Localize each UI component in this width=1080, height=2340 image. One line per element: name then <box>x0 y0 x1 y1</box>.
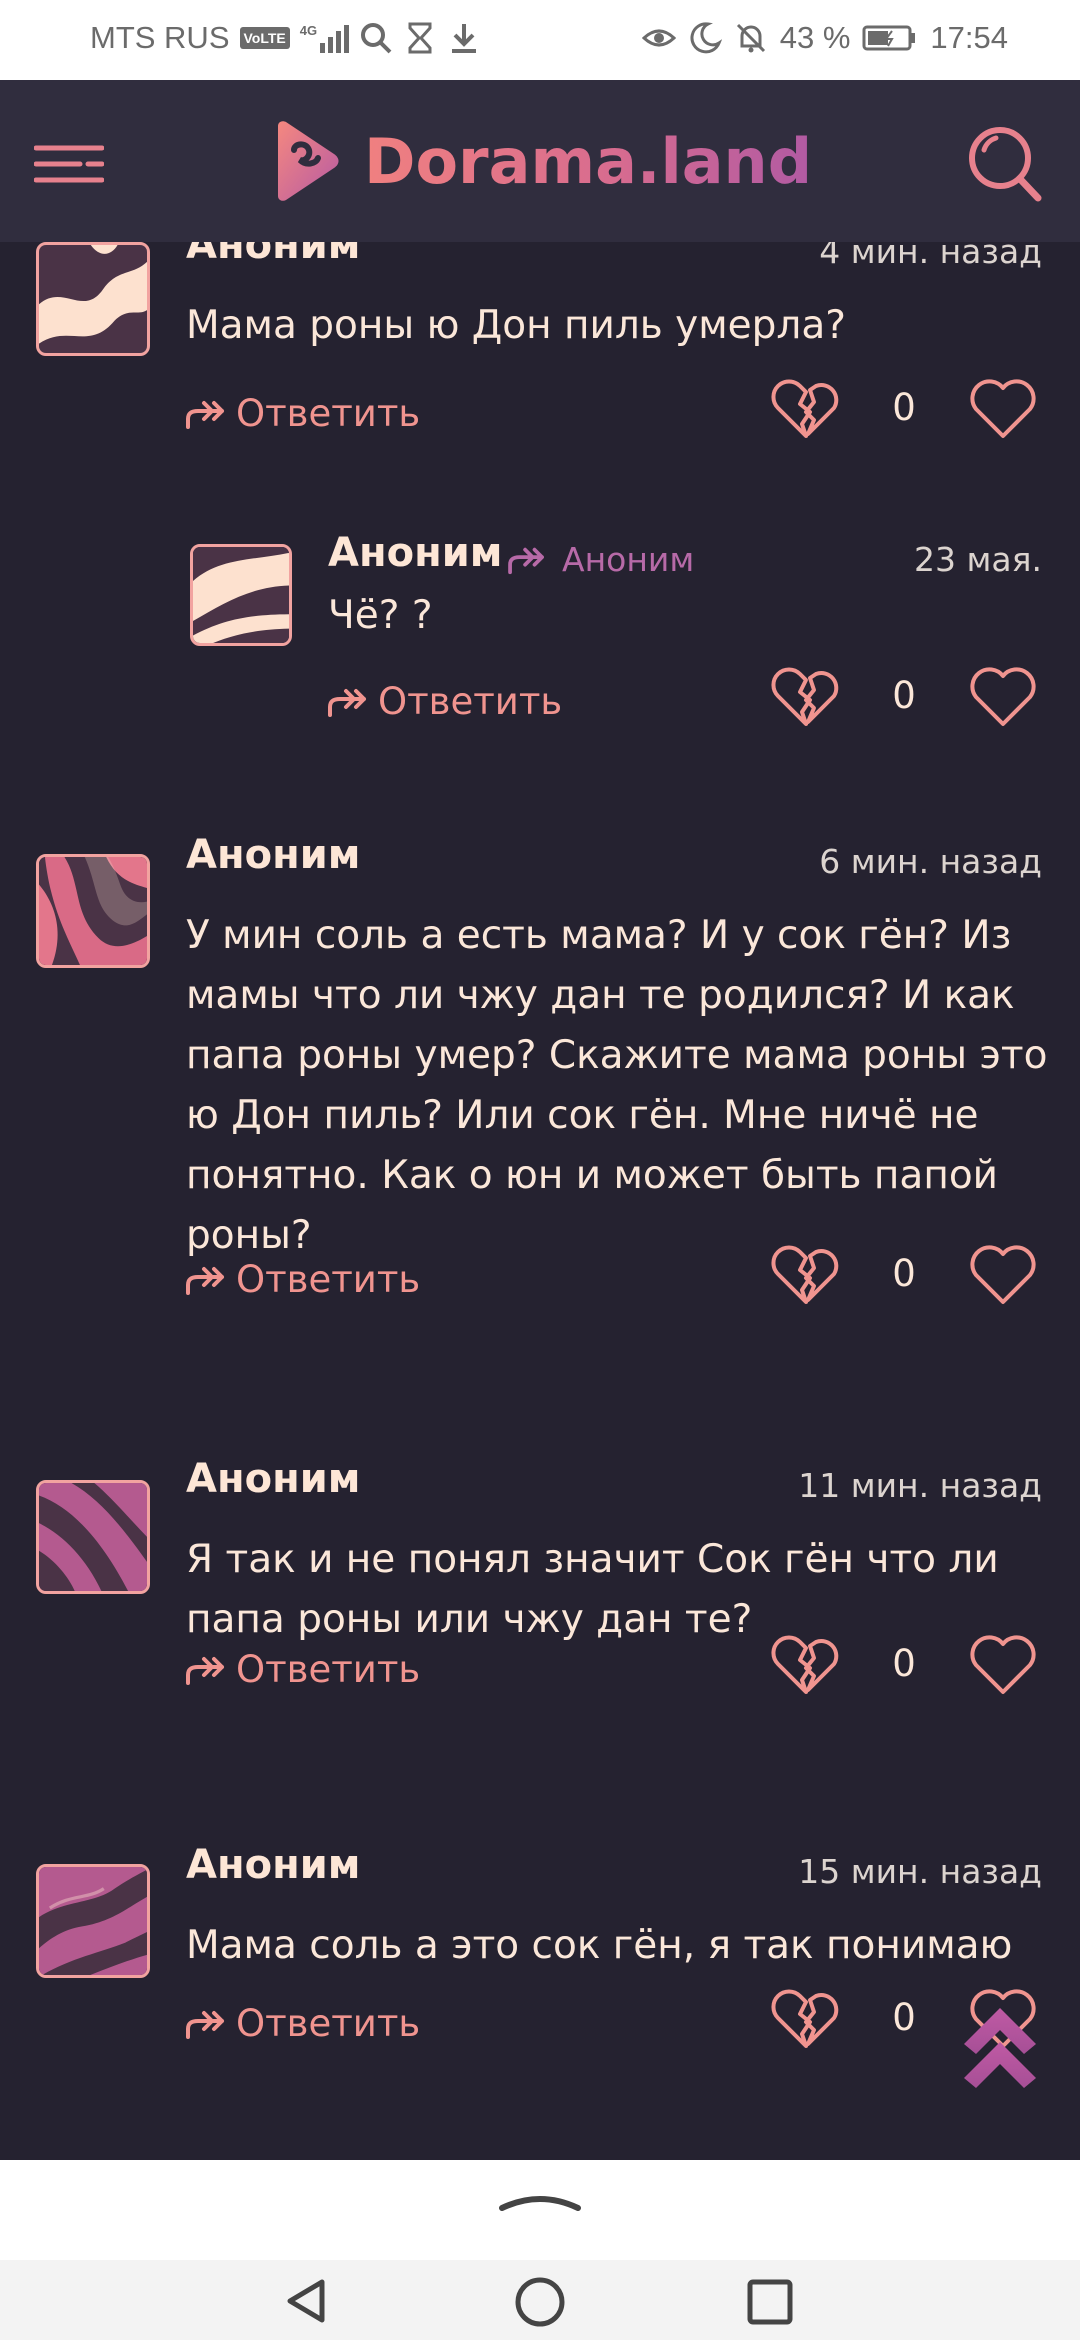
comment-score: 0 <box>892 1642 916 1685</box>
avatar-pattern <box>39 857 147 965</box>
comment-score: 0 <box>892 674 916 717</box>
carrier-label: MTS RUS <box>90 20 230 55</box>
system-nav-bar <box>0 2260 1080 2340</box>
comment-item: Аноним 15 мин. назад Мама соль а это сок… <box>0 1842 1080 2142</box>
reply-label: Ответить <box>236 1258 421 1301</box>
reply-arrow-icon <box>186 2010 224 2039</box>
reply-to[interactable]: Аноним <box>506 540 694 579</box>
status-right: 43 % 17:54 <box>641 20 1008 56</box>
chevron-up-icon[interactable] <box>498 2186 582 2214</box>
network-label: 4G <box>299 23 318 38</box>
battery-icon <box>862 25 916 51</box>
broken-heart-icon[interactable] <box>770 666 842 728</box>
reply-button[interactable]: Ответить <box>184 1258 420 1301</box>
heart-icon[interactable] <box>970 666 1036 728</box>
reply-label: Ответить <box>236 392 421 435</box>
avatar[interactable] <box>36 1480 150 1594</box>
signal-icon: 4G <box>299 23 350 53</box>
search-status-icon <box>361 23 392 54</box>
reply-button[interactable]: Ответить <box>184 392 420 435</box>
comment-author[interactable]: Аноним <box>328 530 502 576</box>
comment-author[interactable]: Аноним <box>186 1456 360 1502</box>
status-left: MTS RUS VoLTE 4G <box>90 20 481 56</box>
download-icon <box>452 24 477 53</box>
battery-percent: 43 % <box>779 20 851 55</box>
reply-to-name: Аноним <box>562 540 695 579</box>
eye-icon <box>641 29 676 47</box>
recents-icon[interactable] <box>746 2278 794 2326</box>
comment-time: 23 мая. <box>914 540 1042 579</box>
clock: 17:54 <box>930 20 1008 55</box>
app-header: Dorama.land <box>0 80 1080 242</box>
hourglass-icon <box>408 22 432 54</box>
comment-time: 6 мин. назад <box>819 842 1042 881</box>
broken-heart-icon[interactable] <box>770 378 842 440</box>
reply-label: Ответить <box>236 2002 421 2045</box>
site-logo[interactable]: Dorama.land <box>272 116 812 206</box>
heart-icon[interactable] <box>970 1244 1036 1306</box>
volte-badge: VoLTE <box>239 27 290 49</box>
avatar-pattern <box>39 245 147 353</box>
comment-text: Я так и не понял значит Сок гён что ли п… <box>186 1537 999 1642</box>
heart-icon[interactable] <box>970 1634 1036 1696</box>
broken-heart-icon[interactable] <box>770 1988 842 2050</box>
reply-arrow-icon <box>186 1266 224 1295</box>
comment-item: Аноним 4 мин. назад Мама роны ю Дон пиль… <box>0 242 1080 502</box>
reply-label: Ответить <box>378 680 563 723</box>
status-bar: MTS RUS VoLTE 4G 43 % 17:54 <box>0 0 1080 80</box>
reply-arrow-icon <box>186 1656 224 1685</box>
reply-arrow-icon <box>186 400 224 429</box>
avatar-pattern <box>39 1483 147 1591</box>
comment-author[interactable]: Аноним <box>186 242 360 268</box>
avatar-pattern <box>39 1867 147 1975</box>
reply-button[interactable]: Ответить <box>184 2002 420 2045</box>
comment-time: 15 мин. назад <box>798 1852 1042 1891</box>
reply-arrow-icon <box>508 547 544 574</box>
logo-icon <box>278 121 339 201</box>
comment-time: 4 мин. назад <box>819 242 1042 271</box>
back-icon[interactable] <box>282 2276 332 2326</box>
reply-arrow-icon <box>328 688 366 717</box>
comment-score: 0 <box>892 1252 916 1295</box>
comment-text: Мама роны ю Дон пиль умерла? <box>186 303 846 348</box>
comment-score: 0 <box>892 1996 916 2039</box>
bell-off-icon <box>736 23 765 53</box>
broken-heart-icon[interactable] <box>770 1244 842 1306</box>
avatar-pattern <box>193 547 289 643</box>
avatar[interactable] <box>36 1864 150 1978</box>
reply-button[interactable]: Ответить <box>326 680 562 723</box>
logo-text: Dorama.land <box>364 124 813 198</box>
broken-heart-icon[interactable] <box>770 1634 842 1696</box>
search-icon[interactable] <box>966 124 1044 206</box>
avatar[interactable] <box>36 242 150 356</box>
home-icon[interactable] <box>514 2276 566 2328</box>
avatar[interactable] <box>190 544 292 646</box>
comment-time: 11 мин. назад <box>798 1466 1042 1505</box>
avatar[interactable] <box>36 854 150 968</box>
comment-item: Аноним 11 мин. назад Я так и не понял зн… <box>0 1456 1080 1776</box>
comment-author[interactable]: Аноним <box>186 1842 360 1888</box>
comment-author[interactable]: Аноним <box>186 832 360 878</box>
comments-feed: Аноним 4 мин. назад Мама роны ю Дон пиль… <box>0 242 1080 2160</box>
comment-item: Аноним 6 мин. назад У мин соль а есть ма… <box>0 832 1080 1372</box>
comment-text: Чё? ? <box>328 593 433 638</box>
comment-text: У мин соль а есть мама? И у сок гён? Из … <box>186 913 1048 1258</box>
bottom-sheet-bar <box>0 2160 1080 2260</box>
heart-icon[interactable] <box>970 378 1036 440</box>
comment-text: Мама соль а это сок гён, я так понимаю <box>186 1923 1013 1968</box>
reply-label: Ответить <box>236 1648 421 1691</box>
reply-button[interactable]: Ответить <box>184 1648 420 1691</box>
reply-comment-item: Аноним Аноним 23 мая. Чё? ? Ответить 0 <box>0 510 1080 810</box>
scroll-to-top-icon[interactable] <box>958 1998 1042 2090</box>
moon-icon <box>690 22 722 54</box>
menu-icon[interactable] <box>34 144 104 184</box>
comment-score: 0 <box>892 386 916 429</box>
